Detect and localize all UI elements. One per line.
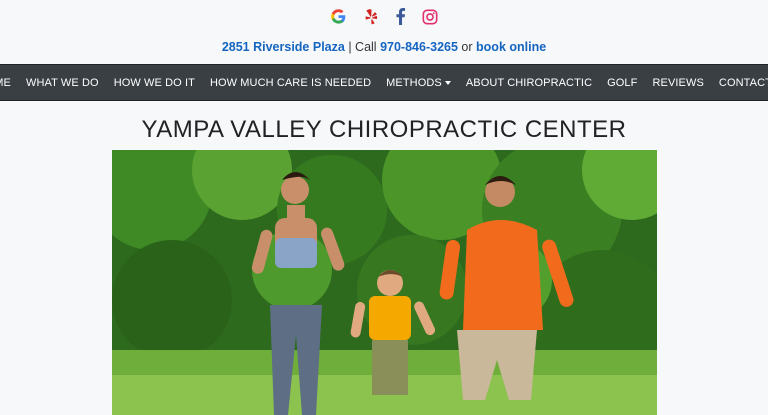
nav-methods[interactable]: METHODS [379,77,459,89]
chevron-down-icon [444,80,451,85]
or-text: or [461,40,473,54]
hero-photo-illustration [112,150,657,415]
nav-how-much-care[interactable]: HOW MUCH CARE IS NEEDED [202,77,378,89]
nav-about-chiropractic[interactable]: ABOUT CHIROPRACTIC [458,77,599,89]
nav-reviews[interactable]: REVIEWS [645,77,711,89]
social-links [0,8,768,26]
nav-methods-label: METHODS [386,76,442,89]
page-title: YAMPA VALLEY CHIROPRACTIC CENTER [141,116,627,143]
nav-how-we-do-it[interactable]: HOW WE DO IT [106,77,202,89]
book-online-link[interactable]: book online [476,40,546,54]
nav-golf[interactable]: GOLF [600,77,645,89]
yelp-icon[interactable] [363,8,378,25]
call-text: Call [355,40,377,54]
google-icon[interactable] [330,8,347,25]
phone-link[interactable]: 970-846-3265 [380,40,458,54]
top-header: 2851 Riverside Plaza | Call 970-846-3265… [0,0,768,64]
instagram-icon[interactable] [422,9,438,25]
separator: | [348,40,352,54]
contact-line: 2851 Riverside Plaza | Call 970-846-3265… [0,40,768,54]
nav-what-we-do[interactable]: WHAT WE DO [18,77,106,89]
address-link[interactable]: 2851 Riverside Plaza [222,40,345,54]
main-nav: HOME WHAT WE DO HOW WE DO IT HOW MUCH CA… [0,64,768,101]
facebook-icon[interactable] [395,8,406,26]
nav-contact-us[interactable]: CONTACT US [711,77,768,89]
nav-home[interactable]: HOME [0,77,18,89]
hero-image [112,150,657,415]
